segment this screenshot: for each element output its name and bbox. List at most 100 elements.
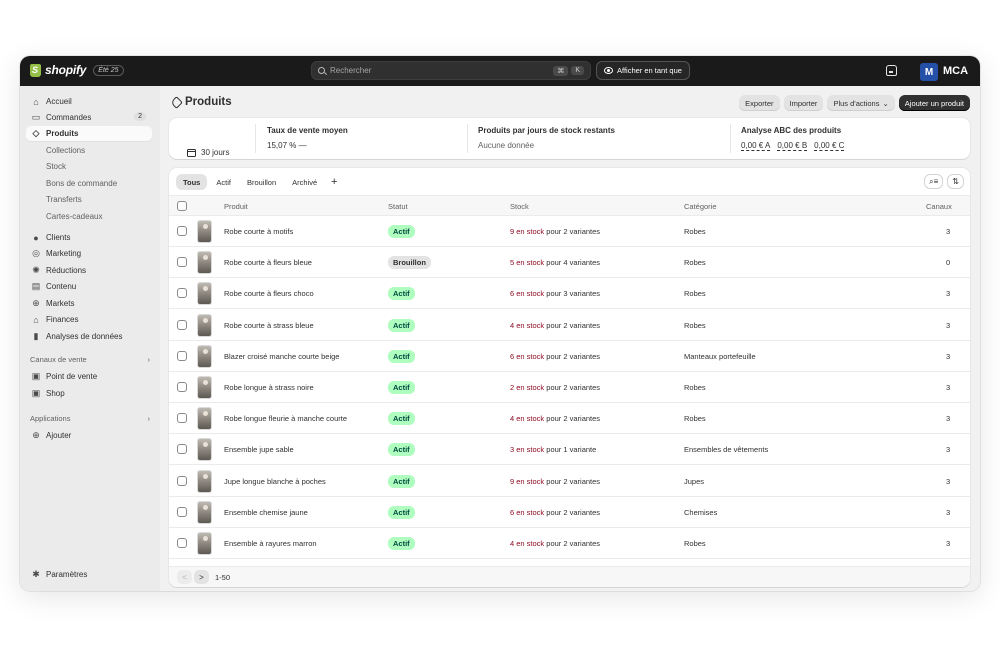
stock-quantity[interactable]: 4 en stock: [510, 321, 544, 330]
abc-c-value[interactable]: 0,00 € C: [814, 141, 845, 151]
stock-quantity[interactable]: 9 en stock: [510, 227, 544, 236]
sidebar-item-discounts[interactable]: ✺ Réductions: [26, 263, 152, 278]
stock-quantity[interactable]: 6 en stock: [510, 352, 544, 361]
next-page-button[interactable]: >: [194, 570, 209, 584]
stock-quantity[interactable]: 4 en stock: [510, 539, 544, 548]
product-name[interactable]: Robe courte à fleurs bleue: [224, 258, 312, 267]
product-thumbnail[interactable]: [197, 282, 212, 306]
table-row[interactable]: Ensemble chemise jaune Actif 6 en stock po…: [169, 496, 970, 528]
table-row[interactable]: Ensemble jupe sable Actif 3 en stock pour …: [169, 434, 970, 466]
add-product-button[interactable]: Ajouter un produit: [898, 95, 970, 111]
stock-quantity[interactable]: 6 en stock: [510, 289, 544, 298]
row-checkbox[interactable]: [177, 444, 187, 455]
table-row[interactable]: Robe courte à fleurs choco Actif 6 en stoc…: [169, 278, 970, 310]
table-row[interactable]: Robe courte à fleurs bleue Brouillon 5 en …: [169, 247, 970, 279]
tab-active[interactable]: Actif: [209, 174, 238, 190]
period-selector[interactable]: 30 jours: [187, 132, 229, 173]
product-name[interactable]: Jupe longue blanche à poches: [224, 477, 326, 486]
product-thumbnail[interactable]: [197, 438, 212, 462]
sell-through-stat[interactable]: Taux de vente moyen 15,07 % —: [267, 126, 348, 167]
search-input[interactable]: Rechercher: [330, 66, 550, 75]
product-thumbnail[interactable]: [197, 376, 212, 399]
product-thumbnail[interactable]: [197, 532, 212, 555]
product-thumbnail[interactable]: [197, 407, 212, 431]
more-actions-button[interactable]: Plus d'actions ⌄: [827, 95, 895, 111]
sidebar-item-stock[interactable]: Stock: [26, 159, 152, 174]
product-name[interactable]: Ensemble chemise jaune: [224, 508, 308, 517]
product-thumbnail[interactable]: [197, 344, 212, 368]
export-button[interactable]: Exporter: [739, 95, 780, 111]
row-checkbox[interactable]: [177, 319, 187, 330]
table-row[interactable]: Robe longue à strass noire Actif 2 en stoc…: [169, 372, 970, 403]
stock-quantity[interactable]: 4 en stock: [510, 414, 544, 423]
sidebar-item-finances[interactable]: ⌂ Finances: [26, 312, 152, 327]
sidebar-item-settings[interactable]: ✱ Paramètres: [26, 567, 152, 582]
applications-section[interactable]: Applications ›: [30, 414, 150, 423]
sort-button[interactable]: ⇅: [947, 174, 964, 189]
sidebar-item-home[interactable]: ⌂ Accueil: [26, 94, 152, 109]
tab-all[interactable]: Tous: [176, 174, 208, 190]
stock-quantity[interactable]: 3 en stock: [510, 445, 544, 454]
product-thumbnail[interactable]: [197, 220, 212, 243]
product-thumbnail[interactable]: [197, 313, 212, 337]
store-avatar[interactable]: M: [920, 63, 938, 81]
sidebar-item-orders[interactable]: ▭ Commandes 2: [26, 110, 152, 125]
product-thumbnail[interactable]: [197, 469, 212, 493]
product-name[interactable]: Robe courte à strass bleue: [224, 321, 314, 330]
product-thumbnail[interactable]: [197, 251, 212, 275]
stock-quantity[interactable]: 6 en stock: [510, 508, 544, 517]
table-row[interactable]: Blazer croisé manche courte beige Actif 6 …: [169, 340, 970, 372]
days-of-stock-stat[interactable]: Produits par jours de stock restants Auc…: [478, 126, 615, 167]
add-view-button[interactable]: +: [326, 174, 342, 190]
stock-quantity[interactable]: 2 en stock: [510, 383, 544, 392]
stock-quantity[interactable]: 9 en stock: [510, 477, 544, 486]
store-name[interactable]: MCA: [943, 65, 968, 77]
abc-analysis-stat[interactable]: Analyse ABC des produits 0,00 € A 0,00 €…: [741, 126, 845, 167]
row-checkbox[interactable]: [177, 382, 187, 392]
sidebar-item-products[interactable]: ◇ Produits: [26, 126, 152, 141]
sidebar-item-content[interactable]: ▤ Contenu: [26, 279, 152, 294]
sales-channels-section[interactable]: Canaux de vente ›: [30, 355, 150, 364]
tab-draft[interactable]: Brouillon: [240, 174, 283, 190]
sidebar-item-marketing[interactable]: ◎ Marketing: [26, 246, 152, 261]
tab-archived[interactable]: Archivé: [285, 174, 324, 190]
table-row[interactable]: Robe longue fleurie à manche courte Actif…: [169, 403, 970, 435]
sidebar-item-add-app[interactable]: ⊕ Ajouter: [26, 428, 152, 443]
sidebar-item-transfers[interactable]: Transferts: [26, 192, 152, 207]
stock-quantity[interactable]: 5 en stock: [510, 258, 544, 267]
sidebar-item-markets[interactable]: ⊕ Markets: [26, 296, 152, 311]
product-name[interactable]: Robe longue à strass noire: [224, 383, 314, 392]
sidebar-item-shop[interactable]: ▣ Shop: [26, 386, 152, 401]
product-name[interactable]: Ensemble à rayures marron: [224, 539, 317, 548]
row-checkbox[interactable]: [177, 350, 187, 361]
view-as-button[interactable]: Afficher en tant que: [596, 61, 690, 80]
row-checkbox[interactable]: [177, 226, 187, 236]
header-status[interactable]: Statut: [388, 202, 408, 211]
table-row[interactable]: Robe courte à strass bleue Actif 4 en stoc…: [169, 309, 970, 341]
sidebar-item-collections[interactable]: Collections: [26, 143, 152, 158]
product-name[interactable]: Ensemble jupe sable: [224, 445, 294, 454]
header-stock[interactable]: Stock: [510, 202, 529, 211]
header-channels[interactable]: Canaux: [926, 202, 952, 211]
notifications-icon[interactable]: [886, 65, 897, 76]
row-checkbox[interactable]: [177, 506, 187, 517]
product-name[interactable]: Robe courte à fleurs choco: [224, 289, 314, 298]
sidebar-item-point-of-sale[interactable]: ▣ Point de vente: [26, 369, 152, 384]
search-bar[interactable]: Rechercher ⌘ K: [311, 61, 591, 80]
product-name[interactable]: Blazer croisé manche courte beige: [224, 352, 339, 361]
row-checkbox[interactable]: [177, 413, 187, 424]
import-button[interactable]: Importer: [783, 95, 824, 111]
sidebar-item-customers[interactable]: ● Clients: [26, 230, 152, 245]
product-name[interactable]: Robe longue fleurie à manche courte: [224, 414, 347, 423]
row-checkbox[interactable]: [177, 288, 187, 299]
product-thumbnail[interactable]: [197, 500, 212, 524]
select-all-checkbox[interactable]: [177, 201, 187, 211]
sidebar-item-analytics[interactable]: ▮ Analyses de données: [26, 329, 152, 344]
shopify-logo[interactable]: shopify Été 25: [30, 63, 124, 77]
table-row[interactable]: Robe courte à motifs Actif 9 en stock pour…: [169, 216, 970, 247]
header-product[interactable]: Produit: [224, 202, 248, 211]
row-checkbox[interactable]: [177, 538, 187, 548]
abc-a-value[interactable]: 0,00 € A: [741, 141, 771, 151]
header-category[interactable]: Catégorie: [684, 202, 717, 211]
sidebar-item-purchase-orders[interactable]: Bons de commande: [26, 176, 152, 191]
